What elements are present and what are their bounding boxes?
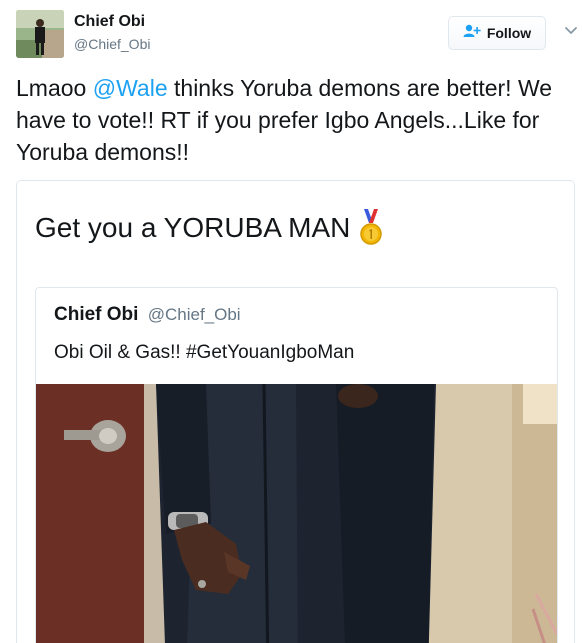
mention-link[interactable]: @Wale (93, 75, 168, 101)
inner-quoted-tweet[interactable]: Chief Obi @Chief_Obi Obi Oil & Gas!! #Ge… (35, 287, 558, 643)
quote-text-label: Get you a YORUBA MAN (35, 212, 351, 243)
inner-tweet-text: Obi Oil & Gas!! #GetYouanIgboMan (54, 342, 355, 363)
chevron-down-icon[interactable] (564, 24, 578, 38)
quote-tweet-card[interactable]: Get you a YORUBA MAN Chief Obi @Chief_Ob… (16, 180, 575, 643)
quote-text: Get you a YORUBA MAN (35, 209, 383, 247)
user-name[interactable]: Chief Obi (74, 13, 145, 31)
add-user-icon (463, 24, 481, 43)
tweet-header: Chief Obi @Chief_Obi Follow (16, 10, 578, 60)
user-handle[interactable]: @Chief_Obi (74, 36, 150, 52)
inner-user-name[interactable]: Chief Obi (54, 304, 138, 325)
tweet-text: Lmaoo @Wale thinks Yoruba demons are bet… (16, 72, 578, 168)
follow-label: Follow (486, 25, 532, 41)
inner-tweet-header: Chief Obi @Chief_Obi (54, 304, 241, 326)
inner-user-handle[interactable]: @Chief_Obi (148, 305, 241, 324)
avatar[interactable] (16, 10, 64, 58)
gold-medal-icon (360, 209, 383, 247)
tweet-photo[interactable] (36, 383, 557, 643)
follow-button[interactable]: Follow (448, 16, 546, 50)
tweet-text-before: Lmaoo (16, 75, 93, 101)
